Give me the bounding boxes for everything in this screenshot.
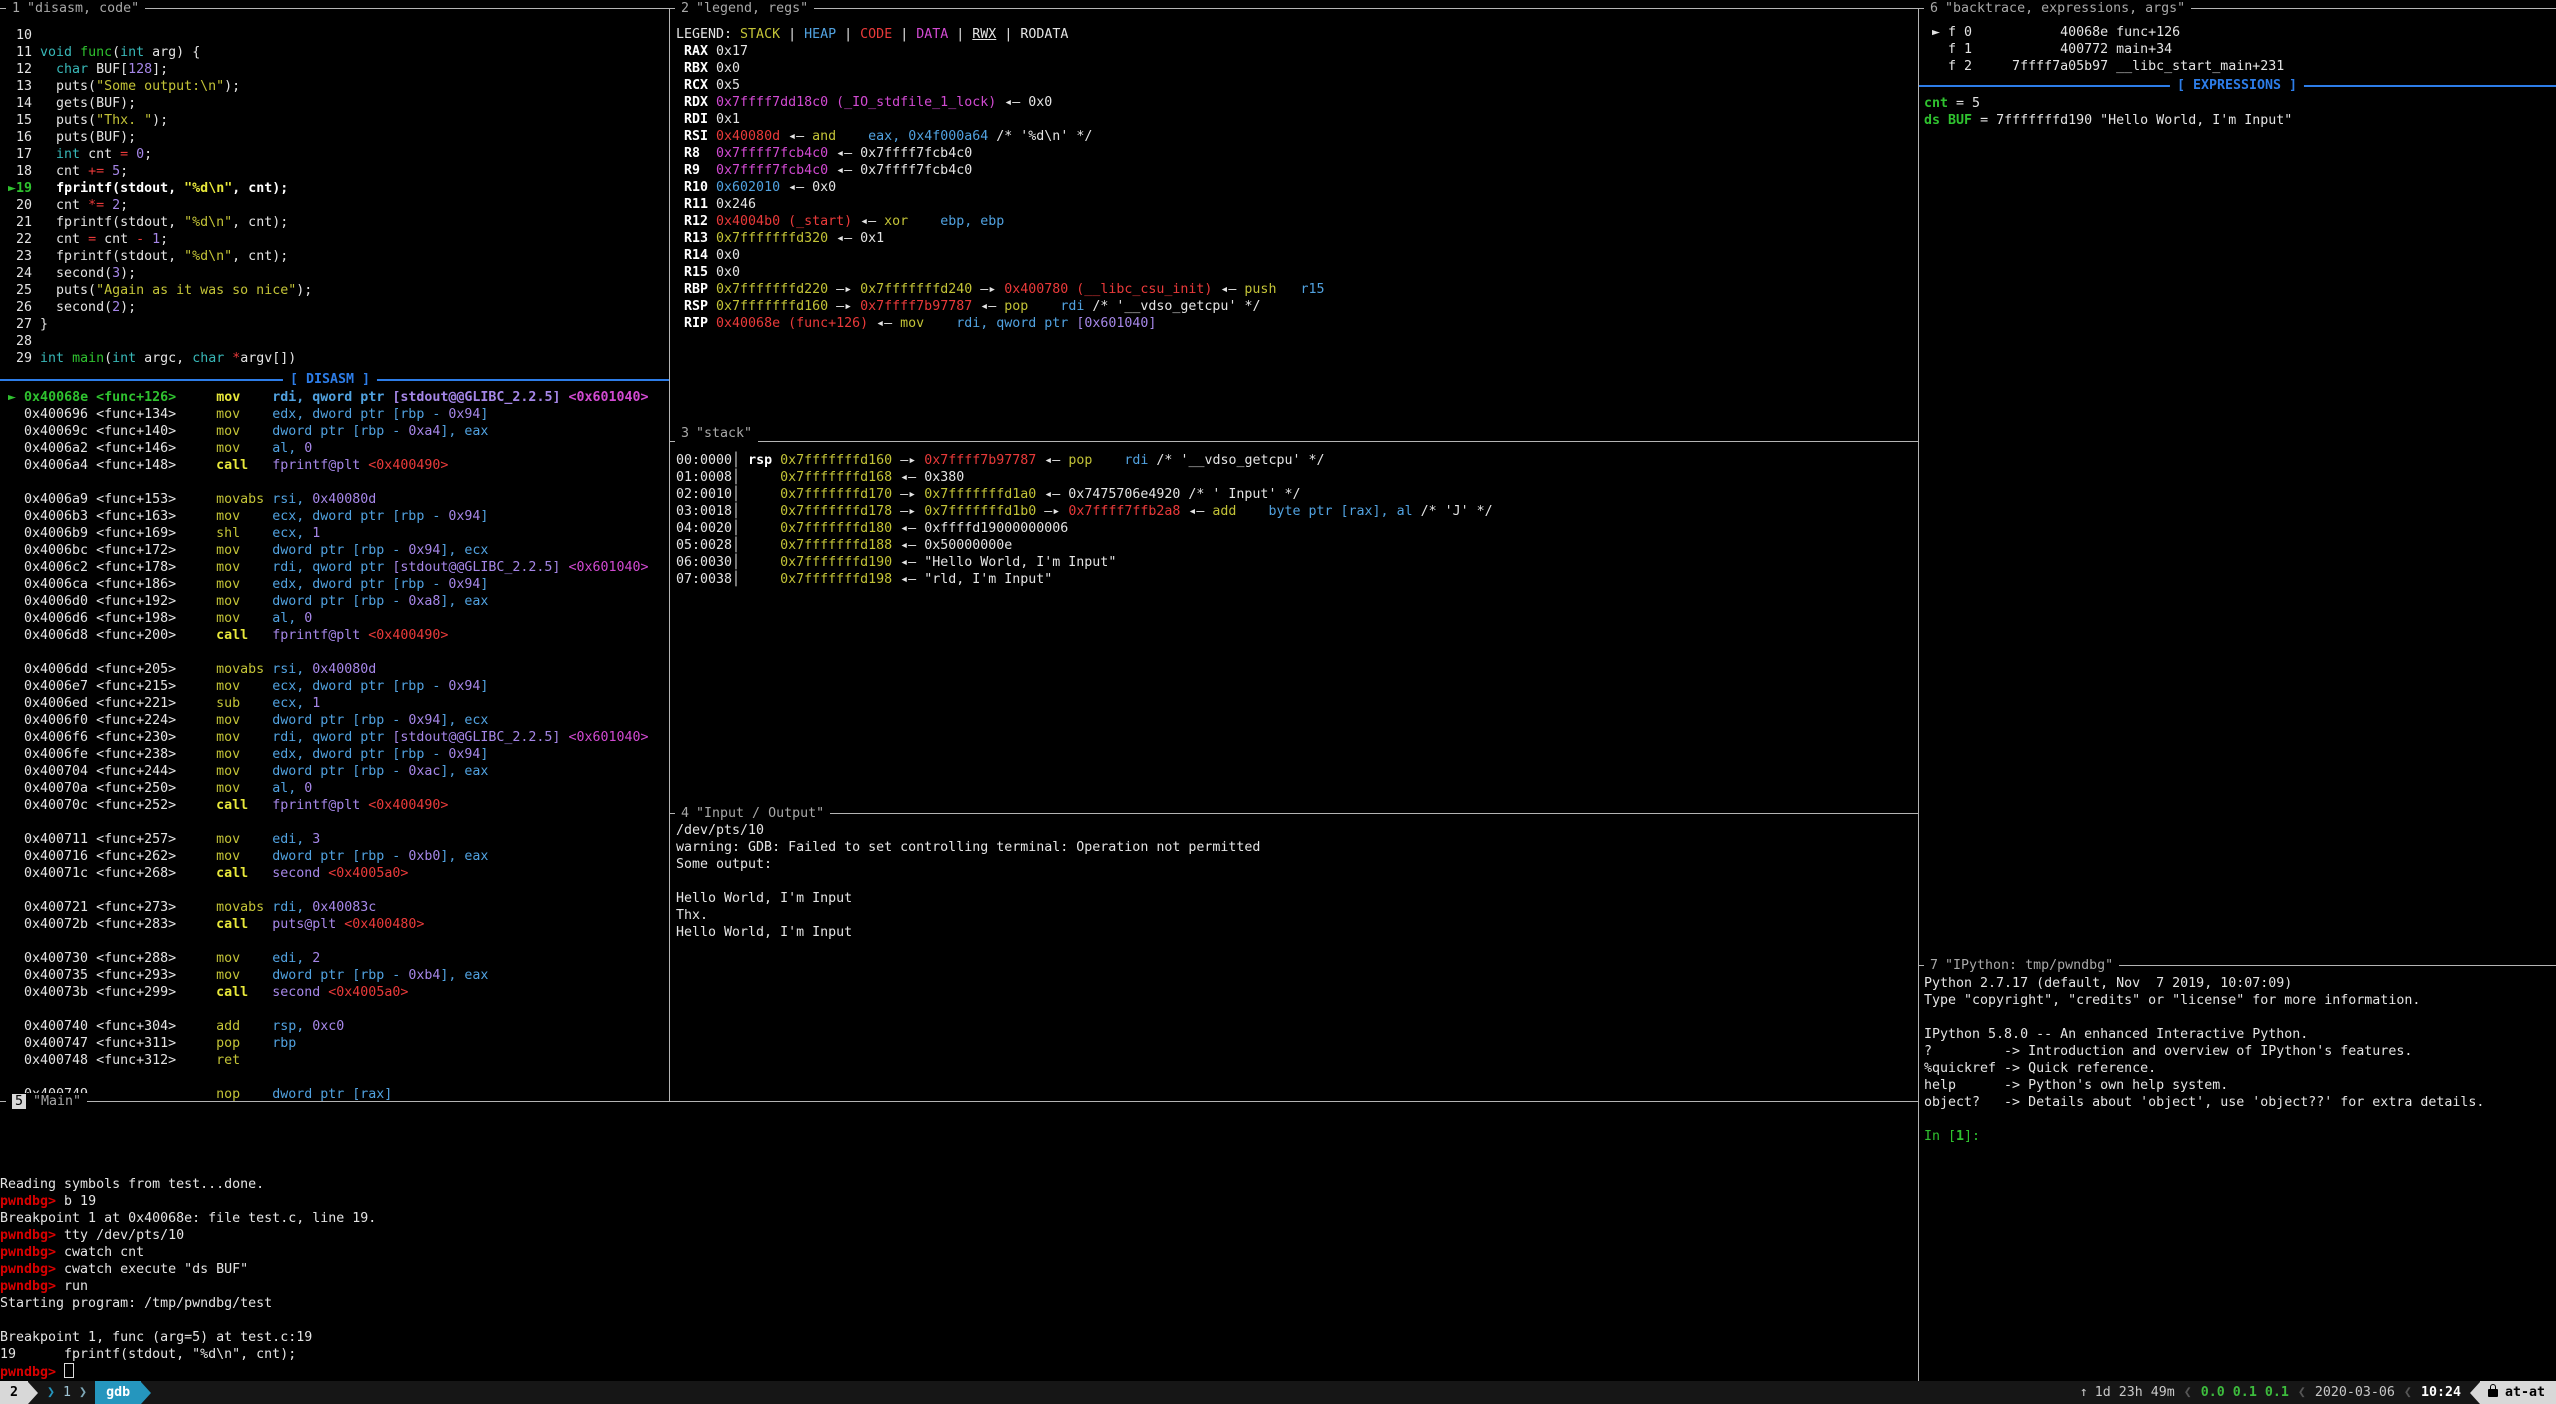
pane1-index: 1 [12,1,20,16]
watch-expressions: cnt = 5ds BUF = 7fffffffd190 "Hello Worl… [1924,95,2292,129]
pane6-title-text: "backtrace, expressions, args" [1945,1,2185,16]
pane4-title-text: "Input / Output" [696,806,824,821]
pane4-top-border [669,813,1918,814]
powerline-arrow-icon [141,1382,151,1404]
pane1-title-text: "disasm, code" [27,1,139,16]
ipython-banner: Python 2.7.17 (default, Nov 7 2019, 10:0… [1924,975,2484,1145]
pane5-index: 5 [12,1094,26,1109]
source-code-listing: 10 11 void func(int arg) { 12 char BUF[1… [0,27,312,367]
pane3-index: 3 [681,426,689,441]
pane4-index: 4 [681,806,689,821]
pane2-top-border [669,8,1918,9]
chevron-left-icon: ❮ [2298,1384,2306,1401]
right-column-divider[interactable] [1918,8,1919,1381]
pane1-pane2-divider[interactable] [669,8,670,1101]
pane5-title: 5 "Main" [6,1093,87,1110]
window-index[interactable]: 1 [63,1384,71,1401]
powerline-arrow-icon [28,1382,38,1404]
uptime-text: 1d 23h 49m [2095,1384,2175,1401]
powerline-arrow-icon [2470,1382,2480,1404]
pane6-index: 6 [1930,1,1938,16]
gdb-console-output: Reading symbols from test...done.pwndbg>… [0,1176,376,1363]
disassembly-listing: ► 0x40068e <func+126> mov rdi, qword ptr… [0,389,649,1103]
expressions-section-label: [ EXPRESSIONS ] [2170,77,2304,94]
uptime-arrow-icon: ↑ [2080,1384,2088,1401]
pane5-top-border [0,1101,1918,1102]
backtrace-frames: ► f 0 40068e func+126 f 1 400772 main+34… [1924,24,2284,75]
pane5-title-text: "Main" [33,1094,81,1109]
pane2-title: 2 "legend, regs" [675,0,814,17]
pane3-title-text: "stack" [696,426,752,441]
tmux-status-bar: 2 ❯ 1 ❯ gdb ↑ 1d 23h 49m ❮ 0.0 0.1 0.1 ❮… [0,1381,2556,1404]
hostname-text: at-at [2505,1384,2545,1401]
chevron-left-icon: ❮ [2184,1384,2192,1401]
lock-icon [2488,1389,2498,1397]
chevron-right-icon: ❯ [79,1384,87,1401]
stack-listing: 00:0000│ rsp 0x7fffffffd160 —▸ 0x7ffff7b… [676,452,1493,588]
pane7-title: 7 "IPython: tmp/pwndbg" [1924,957,2119,974]
pane7-title-text: "IPython: tmp/pwndbg" [1945,958,2113,973]
gdb-prompt-line[interactable]: pwndbg> [0,1363,74,1380]
pane3-top-border [669,441,1918,442]
window-tab-gdb[interactable]: gdb [95,1381,141,1404]
chevron-right-icon: ❯ [47,1384,55,1401]
time-text: 10:24 [2421,1384,2461,1401]
pane2-index: 2 [681,1,689,16]
date-text: 2020-03-06 [2315,1384,2395,1401]
pane3-title: 3 "stack" [675,425,758,442]
pane6-title: 6 "backtrace, expressions, args" [1924,0,2191,17]
pane1-title: 1 "disasm, code" [6,0,145,17]
pane4-title: 4 "Input / Output" [675,805,830,822]
registers-listing: LEGEND: STACK | HEAP | CODE | DATA | RWX… [676,26,1325,332]
pane7-index: 7 [1930,958,1938,973]
tmux-terminal: 10 11 void func(int arg) { 12 char BUF[1… [0,0,2556,1404]
session-badge[interactable]: 2 [0,1381,28,1404]
program-io-text: /dev/pts/10warning: GDB: Failed to set c… [676,822,1260,941]
chevron-left-icon: ❮ [2404,1384,2412,1401]
host-badge: at-at [2480,1381,2556,1404]
pane2-title-text: "legend, regs" [696,1,808,16]
disasm-section-label: [ DISASM ] [283,371,377,388]
load-average: 0.0 0.1 0.1 [2201,1384,2289,1401]
